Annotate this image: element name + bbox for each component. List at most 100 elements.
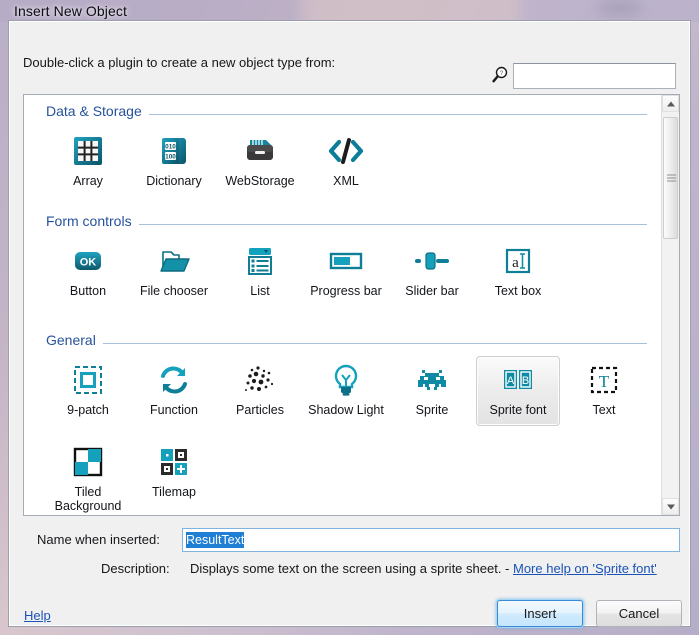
nine-patch-icon [47,361,129,399]
section-title: Form controls [46,213,139,229]
particles-icon [219,361,301,399]
name-when-inserted-input[interactable]: ResultText [182,528,680,552]
scroll-up-glyph [667,101,675,106]
plugin-item-label: WebStorage [219,174,301,188]
cancel-button[interactable]: Cancel [596,600,682,627]
function-arrows-icon [133,361,215,399]
plugin-item-label: File chooser [133,284,215,298]
plugin-item-label: Dictionary [133,174,215,188]
sprite-font-ab-icon: A B [477,361,559,399]
insert-button[interactable]: Insert [497,600,583,627]
plugin-item-tilemap[interactable]: Tilemap [132,438,216,508]
section-header: Form controls [46,213,647,235]
window-title: Insert New Object [14,3,127,19]
plugin-item-label: Tilemap [133,485,215,499]
svg-text:T: T [599,372,610,391]
plugin-item-label: Button [47,284,129,298]
search-input[interactable] [513,63,676,89]
dictionary-icon: 010 100 [133,132,215,170]
description-row: Displays some text on the screen using a… [190,561,657,576]
search-area: ? [513,63,676,89]
plugin-item-text[interactable]: T Text [562,356,646,426]
sprite-invader-icon [391,361,473,399]
plugin-item-label: 9-patch [47,403,129,417]
name-input-value: ResultText [186,532,244,548]
more-help-link[interactable]: More help on 'Sprite font' [513,561,657,576]
tilemap-icon [133,443,215,481]
description-text: Displays some text on the screen using a… [190,561,513,576]
dialog-prompt: Double-click a plugin to create a new ob… [23,55,335,70]
tiled-background-icon [47,443,129,481]
plugin-item-particles[interactable]: Particles [218,356,302,426]
plugin-item-label: Function [133,403,215,417]
plugin-item-label: Text box [477,284,559,298]
section-data-storage: Data & Storage [24,103,661,125]
section-title: General [46,332,103,348]
glass-blur-4 [600,2,640,14]
text-t-icon: T [563,361,645,399]
dialog-inner-frame: Double-click a plugin to create a new ob… [9,21,690,626]
svg-text:a: a [512,255,519,271]
window-title-bar: Insert New Object [0,0,699,22]
scroll-down-arrow-icon[interactable] [662,498,679,515]
description-label: Description: [101,561,170,576]
section-title: Data & Storage [46,103,149,119]
scrollbar-grip-icon [667,175,676,182]
plugin-item-sprite-font[interactable]: A B Sprite font [476,356,560,426]
svg-text:OK: OK [80,256,97,268]
plugin-item-text-box[interactable]: a Text box [476,237,560,307]
plugin-item-tiled-background[interactable]: Tiled Background [46,438,130,508]
plugin-item-function[interactable]: Function [132,356,216,426]
plugin-item-label: Slider bar [391,284,473,298]
plugin-item-xml[interactable]: XML [304,127,388,197]
webstorage-icon [219,132,301,170]
plugin-item-label: Sprite font [477,403,559,417]
help-link[interactable]: Help [24,608,51,623]
plugin-item-button[interactable]: OK Button [46,237,130,307]
plugin-list-scroll-area: Data & Storage [24,95,661,515]
plugin-item-label: XML [305,174,387,188]
plugin-item-slider-bar[interactable]: Slider bar [390,237,474,307]
ok-button-icon: OK [47,242,129,280]
plugin-item-label: Tiled Background [47,485,129,513]
array-grid-icon [47,132,129,170]
progress-bar-icon [305,242,387,280]
svg-text:100: 100 [165,154,176,161]
search-icon: ? [492,66,509,83]
plugin-item-label: Particles [219,403,301,417]
plugin-item-progress-bar[interactable]: Progress bar [304,237,388,307]
plugin-list-panel: Data & Storage [23,94,680,516]
plugin-item-label: Progress bar [305,284,387,298]
name-when-inserted-label: Name when inserted: [37,532,160,547]
section-header: General [46,332,647,354]
scroll-down-glyph [667,504,675,509]
scrollbar-thumb[interactable] [663,117,678,239]
list-dropdown-icon [219,242,301,280]
plugin-list-scrollbar[interactable] [661,95,679,515]
plugin-item-file-chooser[interactable]: File chooser [132,237,216,307]
section-form-controls: Form controls OK Button [24,213,661,235]
plugin-item-shadow-light[interactable]: Shadow Light [304,356,388,426]
plugin-item-sprite[interactable]: Sprite [390,356,474,426]
plugin-item-label: Shadow Light [305,403,387,417]
section-header: Data & Storage [46,103,647,125]
xml-code-icon [305,132,387,170]
svg-text:A: A [507,375,515,387]
section-general: General 9-patch [24,332,661,354]
svg-text:B: B [522,375,529,387]
scroll-up-arrow-icon[interactable] [662,95,679,112]
folder-open-icon [133,242,215,280]
plugin-item-array[interactable]: Array [46,127,130,197]
text-box-icon: a [477,242,559,280]
slider-bar-icon [391,242,473,280]
plugin-item-label: Array [47,174,129,188]
plugin-item-list[interactable]: List [218,237,302,307]
plugin-item-label: Text [563,403,645,417]
svg-text:010: 010 [165,144,176,151]
plugin-item-9-patch[interactable]: 9-patch [46,356,130,426]
insert-new-object-dialog: Double-click a plugin to create a new ob… [8,20,691,627]
section-rule [46,343,647,344]
plugin-item-label: Sprite [391,403,473,417]
plugin-item-dictionary[interactable]: 010 100 Dictionary [132,127,216,197]
plugin-item-webstorage[interactable]: WebStorage [218,127,302,197]
